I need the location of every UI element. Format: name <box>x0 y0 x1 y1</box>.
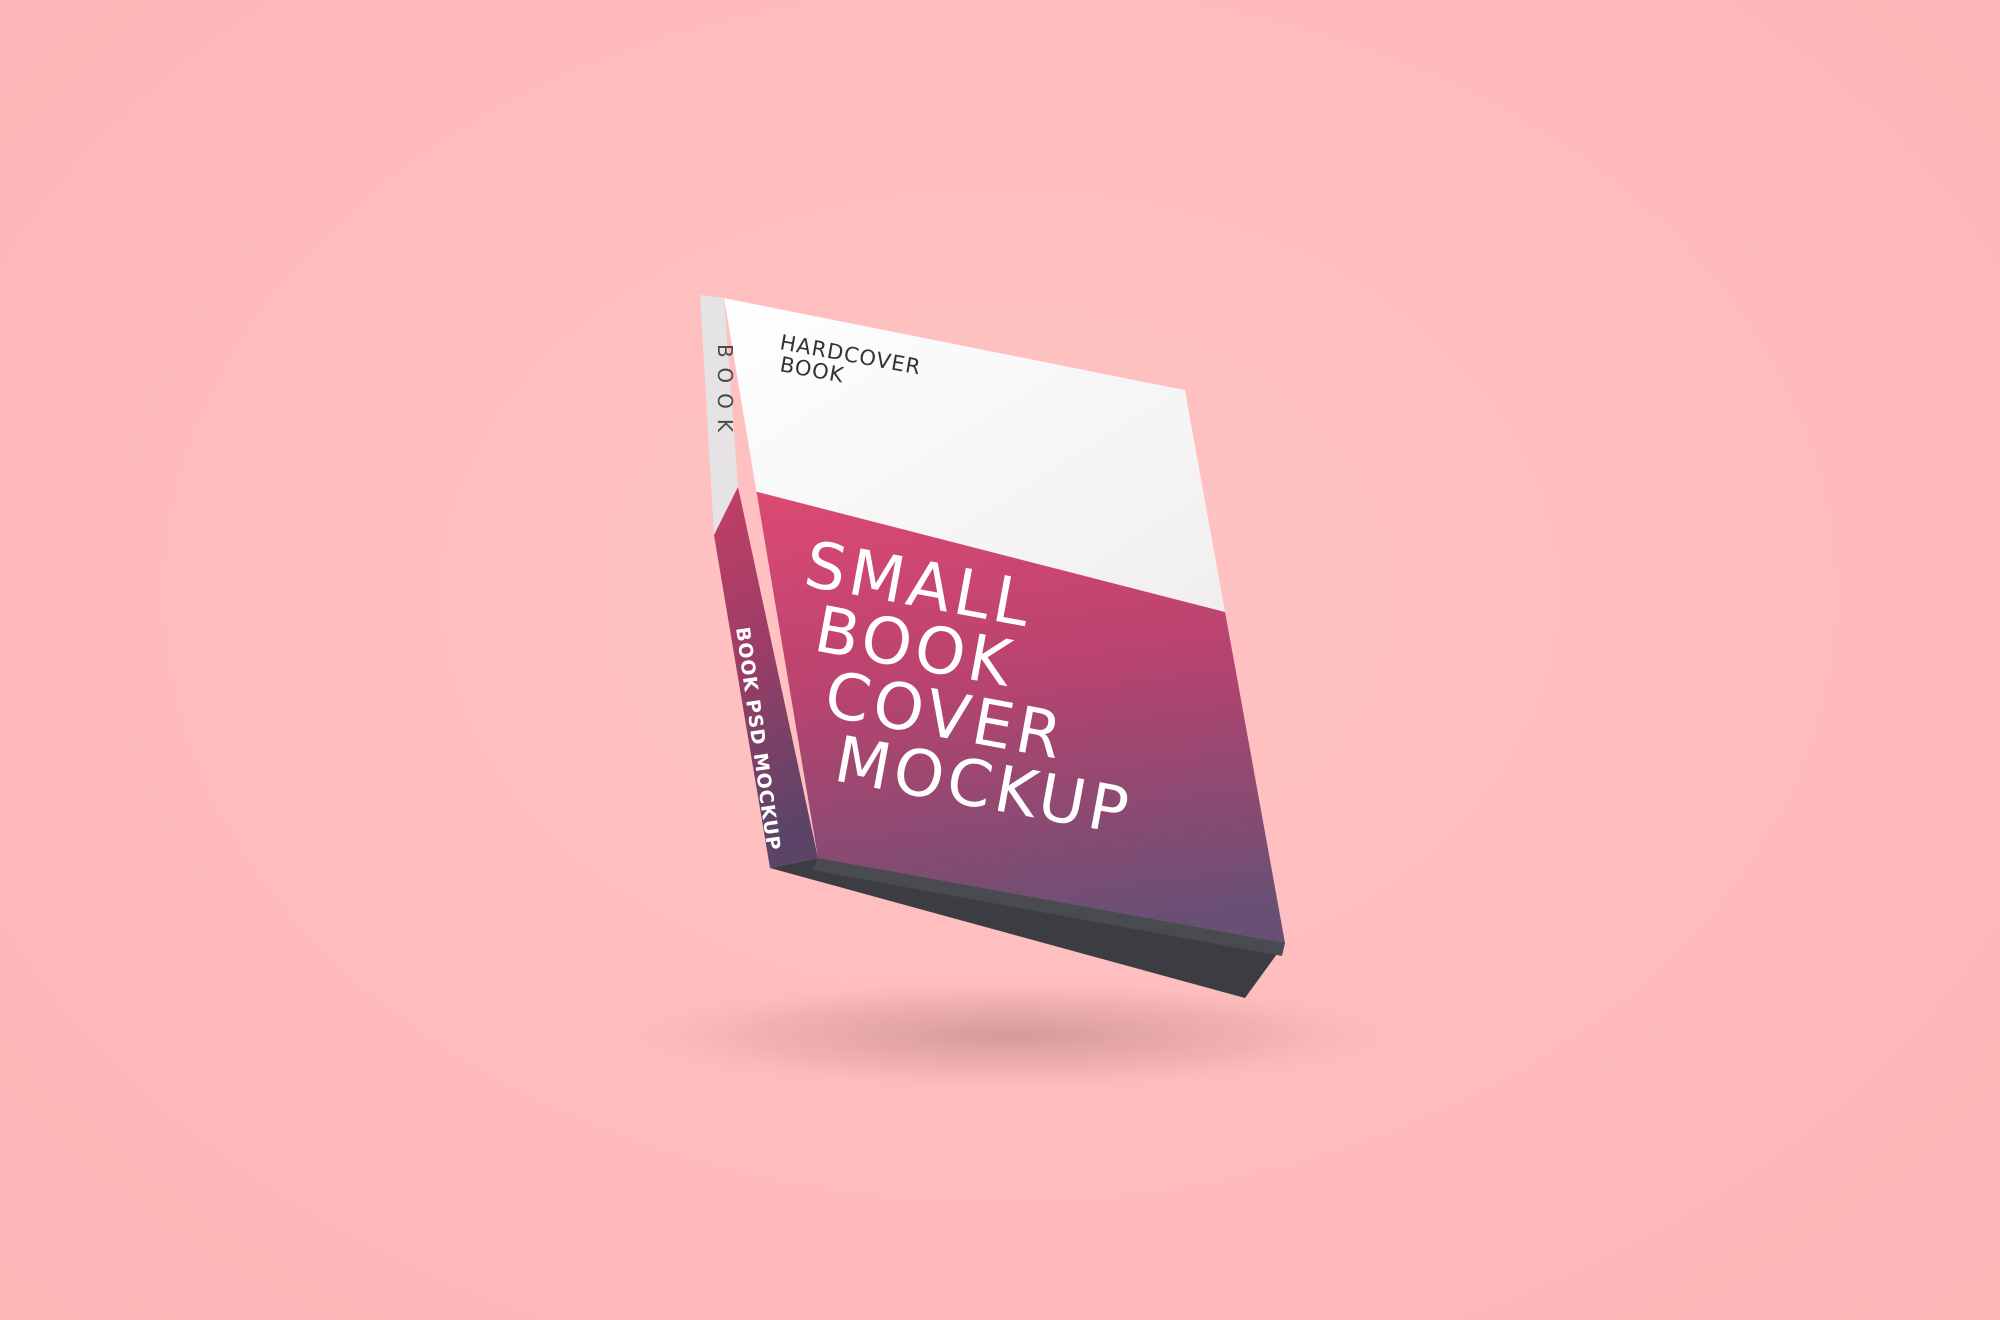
book-shadow <box>590 975 1430 1095</box>
book-illustration: HARDCOVER BOOK BOOK BOOK PSD MOCKUP SMAL… <box>590 295 1430 1095</box>
spine-top-text: BOOK <box>713 344 737 442</box>
mockup-scene: HARDCOVER BOOK BOOK BOOK PSD MOCKUP SMAL… <box>0 0 2000 1320</box>
